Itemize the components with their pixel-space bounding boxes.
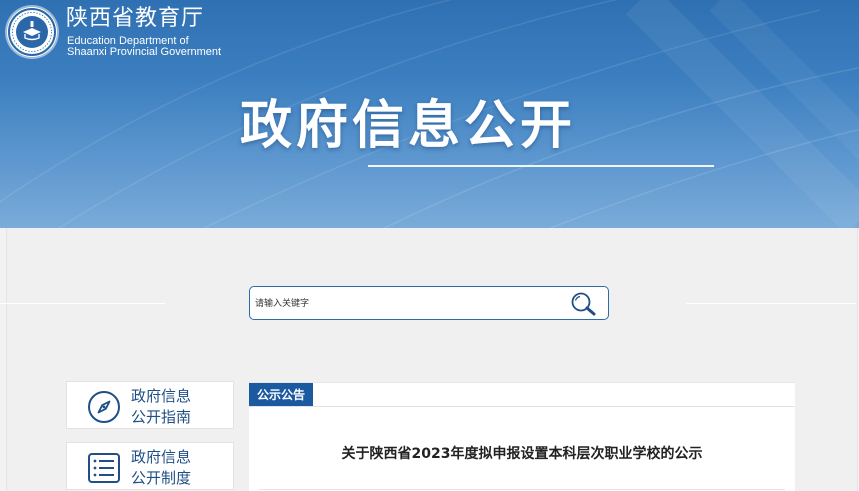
sidebar-item-label-line1: 政府信息 bbox=[131, 387, 192, 405]
sidebar-item-system[interactable]: 政府信息 公开制度 bbox=[66, 442, 234, 490]
sidebar-item-label-line2: 公开制度 bbox=[131, 469, 192, 487]
search-input[interactable] bbox=[255, 295, 555, 313]
department-emblem bbox=[7, 7, 57, 57]
tab-announcements[interactable]: 公示公告 bbox=[249, 383, 314, 407]
sidebar-item-label: 政府信息 公开制度 bbox=[131, 447, 191, 489]
sidebar-item-label-line2: 公开指南 bbox=[131, 408, 192, 426]
department-name-en-line2: Shaanxi Provincial Government bbox=[67, 46, 222, 58]
notice-divider bbox=[259, 489, 785, 490]
search-divider-right bbox=[686, 303, 856, 304]
department-name-en: Education Department of Shaanxi Provinci… bbox=[67, 36, 221, 58]
search-divider-left bbox=[0, 303, 165, 304]
title-underline bbox=[368, 165, 714, 167]
compass-icon bbox=[87, 390, 121, 424]
header-banner: 陕西省教育厅 Education Department of Shaanxi P… bbox=[0, 0, 859, 228]
search-icon[interactable] bbox=[568, 291, 600, 317]
sidebar-item-label-line1: 政府信息 bbox=[131, 448, 192, 466]
search-box bbox=[249, 286, 609, 320]
tab-divider bbox=[249, 406, 795, 407]
department-name-cn: 陕西省教育厅 bbox=[66, 6, 205, 31]
notice-title-link[interactable]: 关于陕西省2023年度拟申报设置本科层次职业学校的公示 bbox=[249, 444, 795, 464]
sidebar-item-label: 政府信息 公开指南 bbox=[131, 386, 191, 428]
list-icon bbox=[87, 451, 121, 485]
page-title: 政府信息公开 bbox=[240, 96, 577, 156]
announcement-panel: 公示公告 关于陕西省2023年度拟申报设置本科层次职业学校的公示 bbox=[249, 382, 795, 491]
sidebar-item-guide[interactable]: 政府信息 公开指南 bbox=[66, 381, 234, 429]
